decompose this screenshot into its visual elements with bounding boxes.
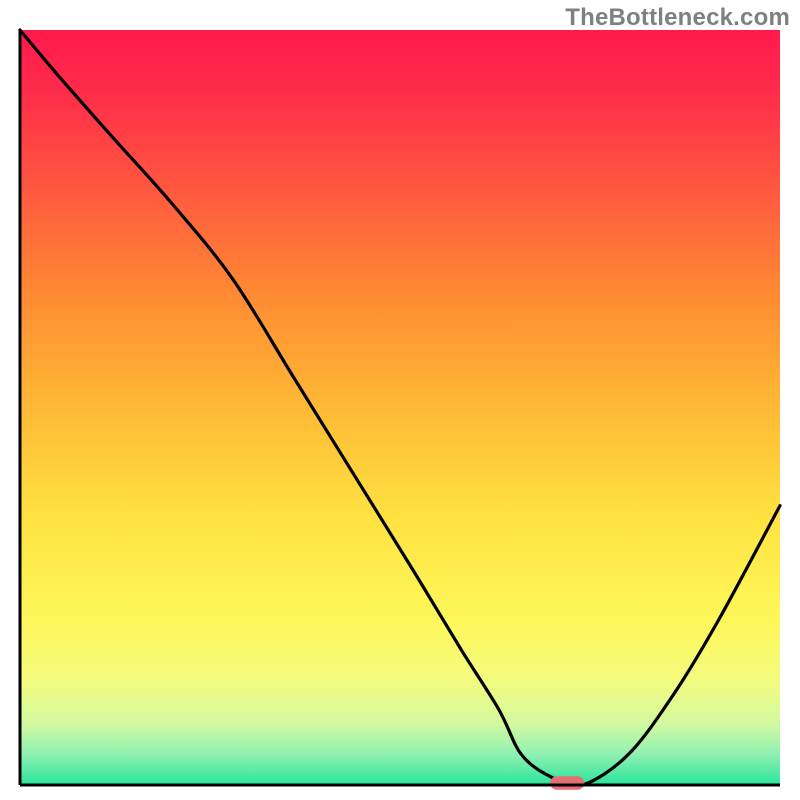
plot-background <box>20 30 780 785</box>
watermark-text: TheBottleneck.com <box>565 4 790 32</box>
optimal-marker <box>550 776 584 790</box>
bottleneck-chart <box>0 0 800 800</box>
